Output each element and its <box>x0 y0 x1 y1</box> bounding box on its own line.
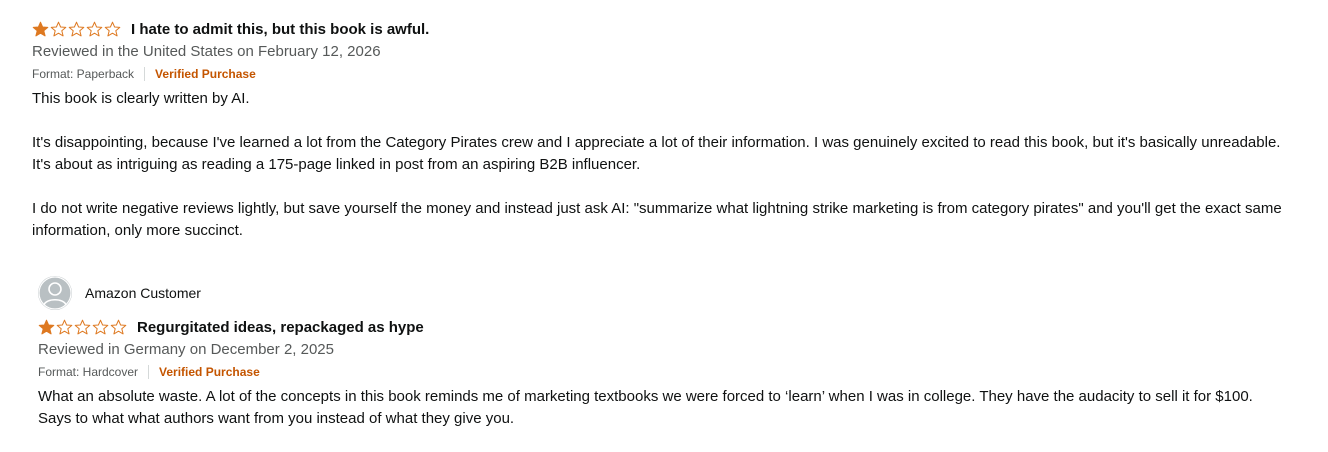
review-paragraph: This book is clearly written by AI. <box>32 90 250 107</box>
verified-purchase-badge: Verified Purchase <box>155 67 256 81</box>
star-filled-icon <box>38 319 55 334</box>
star-empty-icon <box>86 21 103 36</box>
star-empty-icon <box>56 319 73 334</box>
person-silhouette-icon <box>38 276 72 310</box>
review-paragraph: It's disappointing, because I've learned… <box>32 134 1281 173</box>
format-label[interactable]: Format: Hardcover <box>38 365 138 379</box>
format-row: Format: Hardcover Verified Purchase <box>38 364 1328 380</box>
star-empty-icon <box>50 21 67 36</box>
star-empty-icon <box>110 319 127 334</box>
format-label[interactable]: Format: Paperback <box>32 67 134 81</box>
star-rating[interactable] <box>32 21 121 38</box>
star-rating[interactable] <box>38 319 127 336</box>
verified-purchase-badge: Verified Purchase <box>159 365 260 379</box>
divider <box>144 67 146 81</box>
review-paragraph: What an absolute waste. A lot of the con… <box>38 388 1253 427</box>
star-empty-icon <box>74 319 91 334</box>
review-title-row: I hate to admit this, but this book is a… <box>32 18 1328 40</box>
star-empty-icon <box>68 21 85 36</box>
review-title[interactable]: Regurgitated ideas, repackaged as hype <box>137 319 424 336</box>
review-paragraph: I do not write negative reviews lightly,… <box>32 200 1282 239</box>
review-date: Reviewed in Germany on December 2, 2025 <box>38 341 334 358</box>
review-card: I hate to admit this, but this book is a… <box>32 18 1328 242</box>
review-title[interactable]: I hate to admit this, but this book is a… <box>131 21 429 38</box>
star-filled-icon <box>32 21 49 36</box>
reviewer-profile[interactable]: Amazon Customer <box>38 276 1328 310</box>
reviewer-name[interactable]: Amazon Customer <box>85 285 201 301</box>
star-empty-icon <box>92 319 109 334</box>
review-title-row: Regurgitated ideas, repackaged as hype <box>38 316 1328 338</box>
format-row: Format: Paperback Verified Purchase <box>32 66 1328 82</box>
review-body: This book is clearly written by AI. It's… <box>32 88 1282 242</box>
star-empty-icon <box>104 21 121 36</box>
review-date: Reviewed in the United States on Februar… <box>32 43 381 60</box>
avatar[interactable] <box>38 276 72 310</box>
divider <box>148 365 150 379</box>
review-card: Amazon Customer Regurgitated ideas, repa… <box>38 276 1328 430</box>
review-body: What an absolute waste. A lot of the con… <box>38 386 1288 430</box>
